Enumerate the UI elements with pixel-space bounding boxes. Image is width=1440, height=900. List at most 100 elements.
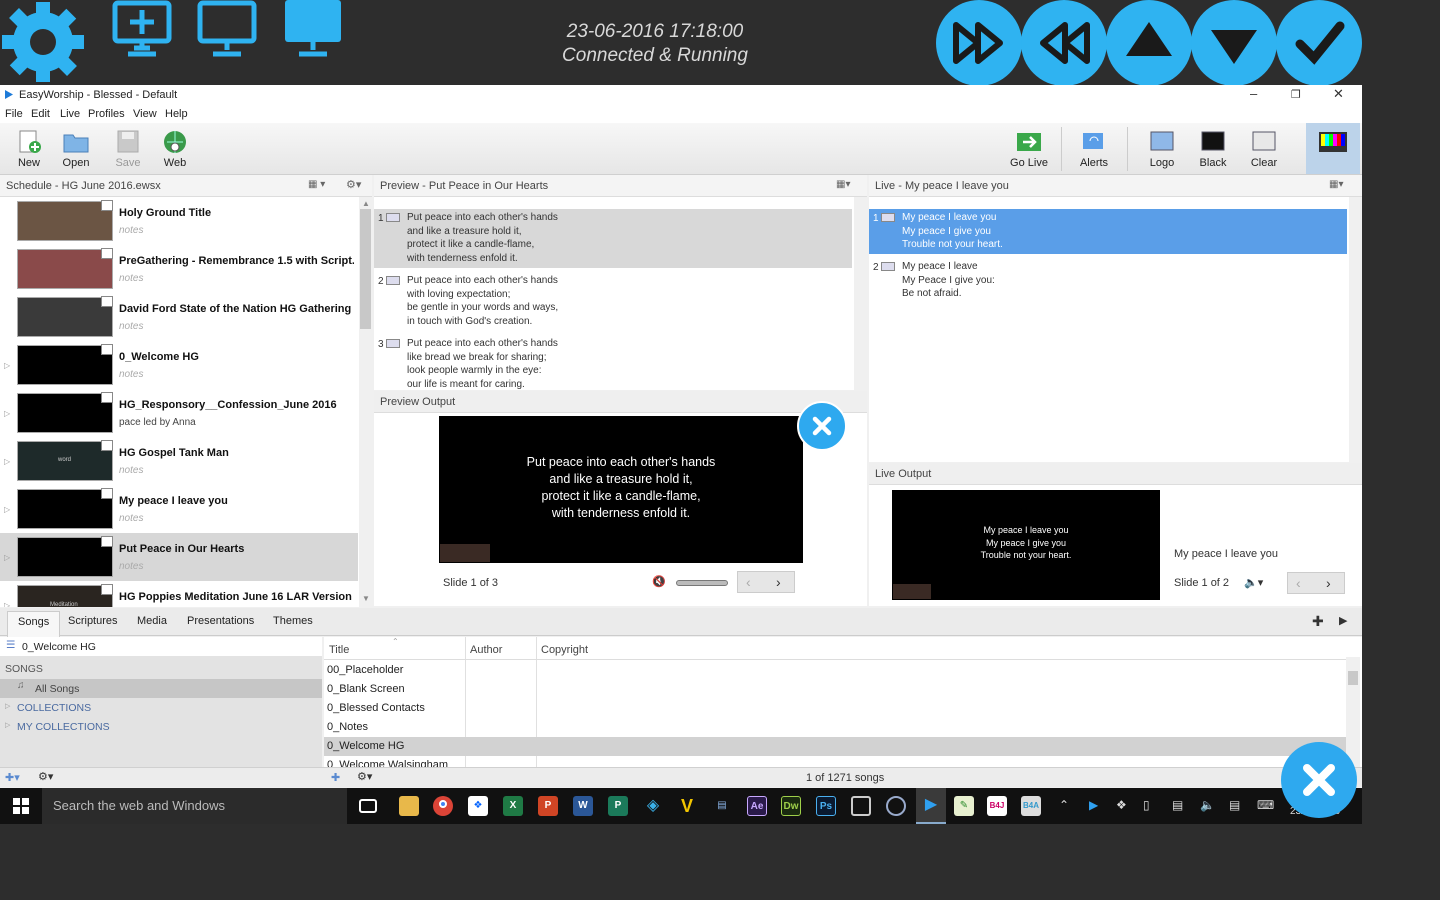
preview-prev-icon[interactable]: ‹ [746,574,751,590]
add-tree-icon[interactable]: ✚▾ [5,771,20,784]
schedule-item[interactable]: ▷ My peace I leave you notes [0,485,358,533]
tab-presentations[interactable]: Presentations [187,615,254,627]
tray-notification-icon[interactable]: ▤ [1229,798,1240,812]
schedule-item[interactable]: ▷ Put Peace in Our Hearts notes [0,533,358,581]
schedule-item[interactable]: Holy Ground Title notes [0,197,358,245]
schedule-item[interactable]: ▷ HG_Responsory__Confession_June 2016 pace… [0,389,358,437]
tree-all-songs[interactable]: ♫ All Songs [0,679,322,698]
live-slide[interactable]: 1 My peace I leave you My peace I give you… [869,209,1347,254]
clear-button[interactable]: Clear [1240,127,1288,173]
scroll-down-icon[interactable]: ▼ [362,594,370,603]
song-title-cell[interactable]: 0_Notes [327,721,368,733]
monitor-icon[interactable] [197,0,257,60]
column-title[interactable]: Title [329,644,349,656]
expand-arrow-icon[interactable]: ▷ [4,601,10,607]
preview-slide[interactable]: 2 Put peace into each other's hands with l… [374,272,852,331]
media-player-icon[interactable] [851,796,871,816]
windows-start-icon[interactable] [13,798,29,814]
b4a-icon[interactable]: B4A [1021,796,1041,816]
web-button[interactable]: Web [151,127,199,173]
tray-battery-icon[interactable]: ▯ [1143,798,1150,812]
dreamweaver-icon[interactable]: Dw [781,796,801,816]
tray-expand-icon[interactable]: ⌃ [1059,798,1069,812]
tray-keyboard-icon[interactable]: ⌨ [1257,798,1274,812]
current-song-field[interactable]: ☰ 0_Welcome HG [0,637,322,656]
tab-scriptures[interactable]: Scriptures [68,615,118,627]
mute-icon[interactable]: 🔇 [652,575,666,588]
black-button[interactable]: Black [1189,127,1237,173]
menu-live[interactable]: Live [60,108,80,120]
menu-file[interactable]: File [5,108,23,120]
tray-volume-icon[interactable]: 🔈 [1200,798,1215,812]
tray-dropbox-icon[interactable]: ❖ [1116,798,1127,812]
save-button[interactable]: Save [104,127,152,173]
tree-songs[interactable]: SONGS [0,660,322,679]
new-button[interactable]: New [5,127,53,173]
tray-easyworship-icon[interactable]: ▶ [1089,798,1098,812]
dropbox-icon[interactable]: ❖ [468,796,488,816]
task-view-icon[interactable] [359,799,377,813]
menu-view[interactable]: View [133,108,157,120]
preview-scrollbar[interactable] [854,197,867,390]
easyworship-taskbar-icon[interactable]: ▶ [916,788,946,824]
preview-next-icon[interactable]: › [776,574,781,590]
network-app-icon[interactable]: ▤ [712,796,732,816]
go-live-confirm-button[interactable] [1276,0,1362,86]
tab-songs[interactable]: Songs [7,611,61,637]
photoshop-icon[interactable]: Ps [816,796,836,816]
previous-slide-button[interactable] [1021,0,1107,86]
add-screen-icon[interactable] [112,0,172,60]
close-icon[interactable]: ✕ [1333,86,1344,102]
open-button[interactable]: Open [52,127,100,173]
schedule-item[interactable]: Meditation ▷ HG Poppies Meditation June 16… [0,581,358,607]
word-icon[interactable]: W [573,796,593,816]
tree-collections[interactable]: ▷ COLLECTIONS [0,698,322,717]
menu-edit[interactable]: Edit [31,108,50,120]
song-title-cell[interactable]: 0_Blessed Contacts [327,702,425,714]
volume-icon[interactable]: 🔈▾ [1244,576,1263,589]
display-icon[interactable] [283,0,343,60]
expand-arrow-icon[interactable]: ▷ [4,457,10,466]
expand-arrow-icon[interactable]: ▷ [4,505,10,514]
expand-arrow-icon[interactable]: ▷ [4,361,10,370]
live-view-icon[interactable]: ▦▾ [1329,179,1343,190]
logo-button[interactable]: Logo [1138,127,1186,173]
file-explorer-icon[interactable] [399,796,419,816]
expand-arrow-icon[interactable]: ▷ [4,553,10,562]
schedule-item[interactable]: PreGathering - Remembrance 1.5 with Scri… [0,245,358,293]
song-title-cell[interactable]: 0_Blank Screen [327,683,405,695]
taskbar-search[interactable]: Search the web and Windows [42,788,347,824]
schedule-item[interactable]: David Ford State of the Nation HG Gather… [0,293,358,341]
scroll-thumb[interactable] [360,209,371,329]
excel-icon[interactable]: X [503,796,523,816]
go-live-button[interactable]: Go Live [1005,127,1053,173]
schedule-item[interactable]: ▷ 0_Welcome HG notes [0,341,358,389]
gear-icon[interactable] [0,0,86,86]
close-remote-overlay-button[interactable] [1281,742,1357,818]
column-copyright[interactable]: Copyright [541,644,588,656]
previous-item-button[interactable] [1106,0,1192,86]
minimize-icon[interactable]: – [1250,86,1257,101]
volume-slider[interactable] [676,580,728,586]
menu-help[interactable]: Help [165,108,188,120]
chrome-icon[interactable] [433,796,453,816]
scroll-thumb[interactable] [1348,671,1358,685]
song-title-cell[interactable]: 00_Placeholder [327,664,403,676]
live-slide[interactable]: 2 My peace I leave My Peace I give you: Be … [869,258,1347,303]
maximize-icon[interactable]: ❐ [1291,88,1301,101]
preview-view-icon[interactable]: ▦▾ [836,179,850,190]
menu-profiles[interactable]: Profiles [88,108,125,120]
settings-gear-icon[interactable]: ⚙▾ [346,178,361,191]
document-app-icon[interactable]: ✎ [954,796,974,816]
scroll-up-icon[interactable]: ▲ [362,199,370,208]
v-app-icon[interactable]: V [677,796,697,816]
preview-slide[interactable]: 3 Put peace into each other's hands like b… [374,335,852,390]
live-next-icon[interactable]: › [1326,575,1331,591]
alerts-button[interactable]: Alerts [1070,127,1118,173]
live-prev-icon[interactable]: ‹ [1296,575,1301,591]
expand-arrow-icon[interactable]: ▷ [4,409,10,418]
preview-slide[interactable]: 1 Put peace into each other's hands and li… [374,209,852,268]
song-title-cell[interactable]: 0_Welcome HG [327,740,404,752]
schedule-item[interactable]: word ▷ HG Gospel Tank Man notes [0,437,358,485]
b4j-icon[interactable]: B4J [987,796,1007,816]
